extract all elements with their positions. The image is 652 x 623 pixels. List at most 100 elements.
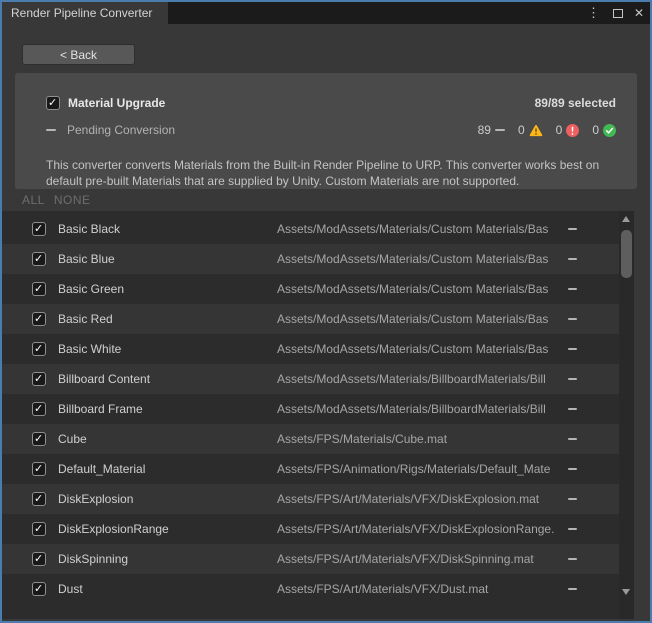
item-path: Assets/FPS/Materials/Cube.mat [277,424,563,454]
item-path: Assets/ModAssets/Materials/Custom Materi… [277,214,563,244]
list-item[interactable]: ✓Basic WhiteAssets/ModAssets/Materials/C… [2,334,619,364]
item-checkbox[interactable]: ✓ [32,522,46,536]
item-checkbox[interactable]: ✓ [32,342,46,356]
list-item[interactable]: ✓ Basic Green Assets/ModAssets/Materials/C… [2,274,619,304]
item-path: Assets/FPS/Art/Materials/VFX/DiskExplosi… [277,514,563,544]
warning-count: 0 [518,123,543,137]
item-status-dash-icon [568,378,577,380]
item-name: Dust [58,574,83,604]
close-icon[interactable]: ✕ [634,6,644,20]
window-title: Render Pipeline Converter [11,6,152,20]
converter-name: Material Upgrade [68,96,165,110]
item-status-dash-icon [568,588,577,590]
list-item[interactable]: ✓ Default_Material Assets/FPS/Animation/Ri… [2,454,619,484]
item-checkbox[interactable]: ✓ [32,552,46,566]
item-path: Assets/FPS/Animation/Rigs/Materials/Defa… [277,454,563,484]
item-status-dash-icon [568,288,577,290]
materials-list: ✓ Basic Black Assets/ModAssets/Materials/C… [2,211,650,619]
item-path: Assets/ModAssets/Materials/BillboardMate… [277,364,563,394]
item-status-dash-icon [568,468,577,470]
materials-list-rows: ✓ Basic Black Assets/ModAssets/Materials/C… [2,214,619,604]
list-item[interactable]: ✓ Basic Red Assets/ModAssets/Materials/Cus… [2,304,619,334]
item-path: Assets/ModAssets/Materials/Custom Materi… [277,304,563,334]
item-status-dash-icon [568,348,577,350]
converter-status-row: Pending Conversion 89 0 0 [46,122,616,138]
checkmark-icon: ✓ [34,402,43,416]
list-item[interactable]: ✓ Basic Black Assets/ModAssets/Materials/C… [2,214,619,244]
checkmark-icon: ✓ [34,342,43,356]
item-path: Assets/FPS/Art/Materials/VFX/DiskExplosi… [277,484,563,514]
list-item[interactable]: ✓ DiskExplosion Assets/FPS/Art/Materials/V… [2,484,619,514]
material-upgrade-checkbox[interactable]: ✓ [46,96,60,110]
item-status-dash-icon [568,408,577,410]
item-checkbox[interactable]: ✓ [32,582,46,596]
back-button[interactable]: < Back [22,44,135,65]
checkmark-icon: ✓ [34,282,43,296]
item-name: Basic White [58,334,121,364]
list-item[interactable]: ✓DustAssets/FPS/Art/Materials/VFX/Dust.m… [2,574,619,604]
item-status-dash-icon [568,228,577,230]
scroll-up-icon[interactable] [622,216,630,222]
checkmark-icon: ✓ [34,312,43,326]
item-name: Billboard Frame [58,394,143,424]
checkmark-icon: ✓ [48,96,57,110]
list-item[interactable]: ✓ Billboard Content Assets/ModAssets/Mater… [2,364,619,394]
select-none-button[interactable]: NONE [54,193,91,209]
titlebar: Render Pipeline Converter ⋮ ✕ [2,2,650,24]
scrollbar[interactable] [619,211,634,619]
checkmark-icon: ✓ [34,492,43,506]
item-path: Assets/ModAssets/Materials/Custom Materi… [277,274,563,304]
item-name: Basic Green [58,274,124,304]
item-checkbox[interactable]: ✓ [32,402,46,416]
item-checkbox[interactable]: ✓ [32,252,46,266]
item-path: Assets/ModAssets/Materials/Custom Materi… [277,244,563,274]
checkmark-icon: ✓ [34,222,43,236]
selected-count: 89/89 selected [535,96,616,110]
item-checkbox[interactable]: ✓ [32,492,46,506]
render-pipeline-converter-window: Render Pipeline Converter ⋮ ✕ < Back ✓ M… [0,0,652,623]
list-item[interactable]: ✓ Billboard Frame Assets/ModAssets/Materia… [2,394,619,424]
checkmark-icon: ✓ [34,522,43,536]
pending-dash-icon [495,129,505,131]
scrollbar-thumb[interactable] [621,230,632,278]
maximize-icon[interactable] [613,9,623,18]
item-name: Basic Black [58,214,120,244]
select-all-button[interactable]: ALL [22,193,45,209]
list-item[interactable]: ✓ DiskExplosionRange Assets/FPS/Art/Materi… [2,514,619,544]
item-checkbox[interactable]: ✓ [32,282,46,296]
tab-render-pipeline-converter[interactable]: Render Pipeline Converter [2,2,168,24]
window-menu-icon[interactable]: ⋮ [585,2,602,24]
item-name: Basic Red [58,304,113,334]
status-counts: 89 0 0 [478,123,616,137]
error-count: 0 [556,123,580,137]
list-item[interactable]: ✓ Cube Assets/FPS/Materials/Cube.mat [2,424,619,454]
checkmark-icon: ✓ [34,252,43,266]
checkmark-icon: ✓ [34,432,43,446]
item-name: Default_Material [58,454,145,484]
item-checkbox[interactable]: ✓ [32,432,46,446]
item-checkbox[interactable]: ✓ [32,222,46,236]
titlebar-icons: ⋮ ✕ [585,2,644,24]
item-checkbox[interactable]: ✓ [32,462,46,476]
list-item[interactable]: ✓ Basic Blue Assets/ModAssets/Materials/Cu… [2,244,619,274]
item-checkbox[interactable]: ✓ [32,312,46,326]
item-name: Basic Blue [58,244,115,274]
checkmark-icon: ✓ [34,582,43,596]
converter-header-row: ✓ Material Upgrade 89/89 selected [46,95,616,111]
item-checkbox[interactable]: ✓ [32,372,46,386]
item-path: Assets/FPS/Art/Materials/VFX/DiskSpinnin… [277,544,563,574]
pending-count: 89 [478,123,505,137]
item-path: Assets/ModAssets/Materials/BillboardMate… [277,394,563,424]
item-name: Billboard Content [58,364,150,394]
scroll-down-icon[interactable] [622,589,630,595]
checkmark-icon: ✓ [34,552,43,566]
list-item[interactable]: ✓DiskSpinningAssets/FPS/Art/Materials/VF… [2,544,619,574]
item-name: DiskExplosionRange [58,514,169,544]
converter-panel: ✓ Material Upgrade 89/89 selected Pendin… [15,73,637,189]
item-status-dash-icon [568,528,577,530]
checkmark-icon: ✓ [34,462,43,476]
item-name: Cube [58,424,87,454]
pending-dash-icon [46,129,56,131]
item-status-dash-icon [568,498,577,500]
item-name: DiskExplosion [58,484,133,514]
